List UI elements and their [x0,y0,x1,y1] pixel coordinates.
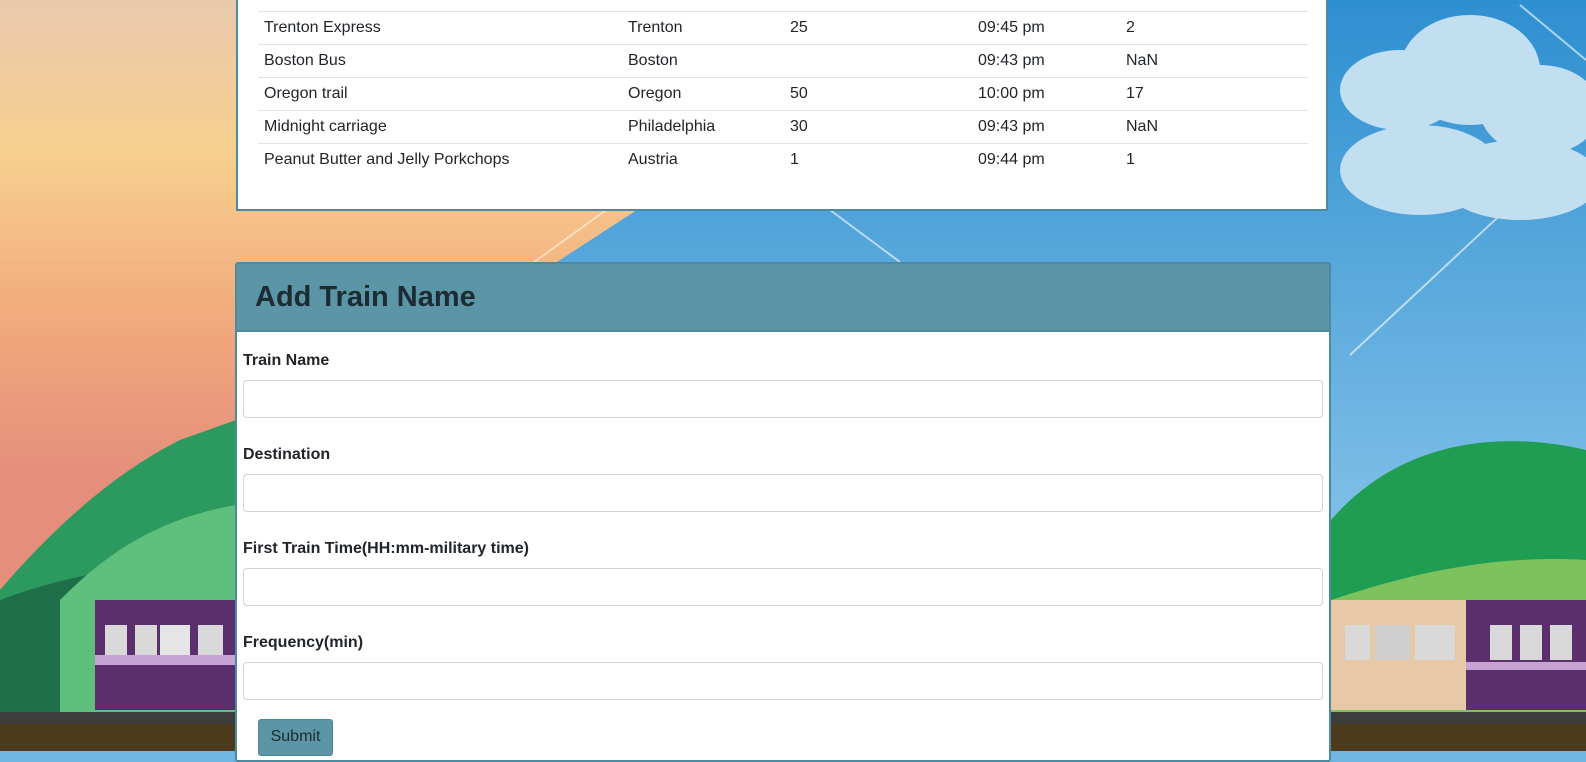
submit-button[interactable]: Submit [258,718,333,756]
cell-frequency: 50 [784,77,972,111]
add-train-panel: Add Train Name Train Name Destination Fi… [235,262,1331,762]
table-row [258,0,1308,12]
add-train-title: Add Train Name [255,280,476,313]
table-row: Oregon trail Oregon 50 10:00 pm 17 [258,77,1308,111]
add-train-header: Add Train Name [237,264,1329,332]
cell-train-name [258,0,622,12]
cell-destination: Oregon [622,77,784,111]
table-row: Peanut Butter and Jelly Porkchops Austri… [258,143,1308,176]
cell-next-arrival: 09:43 pm [972,110,1120,144]
cell-minutes-away: 2 [1120,11,1308,45]
train-schedule-panel: Trenton Express Trenton 25 09:45 pm 2 Bo… [236,0,1328,211]
first-train-time-input[interactable] [243,568,1323,606]
cell-train-name: Peanut Butter and Jelly Porkchops [258,143,622,176]
train-name-label: Train Name [243,352,330,369]
cell-minutes-away: NaN [1120,110,1308,144]
cell-destination [622,0,784,12]
cell-destination: Philadelphia [622,110,784,144]
cell-destination: Trenton [622,11,784,45]
cell-train-name: Midnight carriage [258,110,622,144]
cell-train-name: Oregon trail [258,77,622,111]
cell-next-arrival: 10:00 pm [972,77,1120,111]
cell-destination: Boston [622,44,784,78]
cell-train-name: Boston Bus [258,44,622,78]
table-row: Boston Bus Boston 09:43 pm NaN [258,44,1308,78]
cell-frequency: 1 [784,143,972,176]
cell-next-arrival: 09:44 pm [972,143,1120,176]
table-row: Trenton Express Trenton 25 09:45 pm 2 [258,11,1308,45]
frequency-label: Frequency(min) [243,634,364,651]
cell-destination: Austria [622,143,784,176]
cell-minutes-away: 1 [1120,143,1308,176]
cell-frequency: 30 [784,110,972,144]
cell-minutes-away [1120,0,1308,12]
cell-next-arrival: 09:43 pm [972,44,1120,78]
add-train-form: Train Name Destination First Train Time(… [237,332,1329,756]
first-train-time-label: First Train Time(HH:mm-military time) [243,540,529,557]
cell-minutes-away: 17 [1120,77,1308,111]
train-name-input[interactable] [243,380,1323,418]
train-schedule-table: Trenton Express Trenton 25 09:45 pm 2 Bo… [258,0,1308,176]
destination-label: Destination [243,446,331,463]
cell-frequency [784,44,972,78]
cell-next-arrival: 09:45 pm [972,11,1120,45]
cell-frequency: 25 [784,11,972,45]
destination-input[interactable] [243,474,1323,512]
table-row: Midnight carriage Philadelphia 30 09:43 … [258,110,1308,144]
cell-frequency [784,0,972,12]
frequency-input[interactable] [243,662,1323,700]
cell-train-name: Trenton Express [258,11,622,45]
cell-minutes-away: NaN [1120,44,1308,78]
cell-next-arrival [972,0,1120,12]
